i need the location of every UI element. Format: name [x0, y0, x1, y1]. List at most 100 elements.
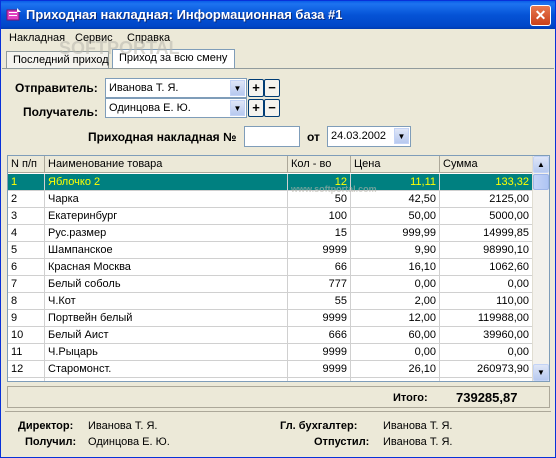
cell-n[interactable]: 8	[8, 293, 45, 310]
col-header-sum[interactable]: Сумма	[440, 156, 533, 173]
cell-sum[interactable]: 39960,00	[440, 327, 533, 344]
cell-qty[interactable]: 55	[288, 293, 351, 310]
table-row[interactable]: 8 Ч.Кот 55 2,00 110,00	[8, 293, 533, 310]
table-row[interactable]: 1 Яблочко 2 12 11,11 133,32	[8, 174, 533, 191]
cell-n[interactable]: 5	[8, 242, 45, 259]
cell-n[interactable]: 10	[8, 327, 45, 344]
cell-name[interactable]: Красная Москва	[45, 259, 288, 276]
table-row[interactable]: 7 Белый соболь 777 0,00 0,00	[8, 276, 533, 293]
cell-n[interactable]: 9	[8, 310, 45, 327]
cell-price[interactable]: 17,50	[351, 378, 440, 381]
cell-qty[interactable]: 666	[288, 327, 351, 344]
table-row[interactable]: 12 Старомонст. 9999 26,10 260973,90	[8, 361, 533, 378]
cell-qty[interactable]: 9999	[288, 361, 351, 378]
table-row[interactable]: 11 Ч.Рыцарь 9999 0,00 0,00	[8, 344, 533, 361]
cell-sum[interactable]: 98990,10	[440, 242, 533, 259]
recipient-select[interactable]: Одинцова Е. Ю. ▼	[105, 98, 247, 118]
cell-sum[interactable]: 5000,00	[440, 208, 533, 225]
remove-sender-button[interactable]: −	[264, 79, 280, 97]
cell-sum[interactable]: 402,50	[440, 378, 533, 381]
scroll-thumb[interactable]	[533, 174, 549, 190]
col-header-number[interactable]: N п/п	[8, 156, 45, 173]
chevron-down-icon[interactable]: ▼	[230, 80, 245, 96]
table-row[interactable]: 9 Портвейн белый 9999 12,00 119988,00	[8, 310, 533, 327]
title-bar[interactable]: Приходная накладная: Информационная база…	[1, 1, 555, 29]
sender-select[interactable]: Иванова Т. Я. ▼	[105, 78, 247, 98]
cell-name[interactable]: Белый соболь	[45, 276, 288, 293]
cell-n[interactable]: 11	[8, 344, 45, 361]
scroll-up-icon[interactable]: ▲	[533, 156, 549, 173]
cell-sum[interactable]: 110,00	[440, 293, 533, 310]
table-row[interactable]: 13Тамянка2317,50402,50	[8, 378, 533, 381]
cell-price[interactable]: 9,90	[351, 242, 440, 259]
cell-name[interactable]: Белый Аист	[45, 327, 288, 344]
cell-price[interactable]: 2,00	[351, 293, 440, 310]
cell-n[interactable]: 2	[8, 191, 45, 208]
add-recipient-button[interactable]: +	[248, 99, 264, 117]
cell-n[interactable]: 1	[8, 174, 45, 191]
cell-qty[interactable]: 9999	[288, 310, 351, 327]
chevron-down-icon[interactable]: ▼	[230, 100, 245, 116]
cell-qty[interactable]: 100	[288, 208, 351, 225]
table-row[interactable]: 5 Шампанское 9999 9,90 98990,10	[8, 242, 533, 259]
cell-n[interactable]: 7	[8, 276, 45, 293]
cell-sum[interactable]: 260973,90	[440, 361, 533, 378]
menu-invoice[interactable]: Накладная	[9, 32, 65, 44]
add-sender-button[interactable]: +	[248, 79, 264, 97]
cell-qty[interactable]: 9999	[288, 344, 351, 361]
cell-n[interactable]: 3	[8, 208, 45, 225]
cell-n[interactable]: 13	[8, 378, 45, 381]
cell-qty[interactable]: 9999	[288, 242, 351, 259]
col-header-price[interactable]: Цена	[351, 156, 440, 173]
cell-price[interactable]: 26,10	[351, 361, 440, 378]
cell-price[interactable]: 999,99	[351, 225, 440, 242]
remove-recipient-button[interactable]: −	[264, 99, 280, 117]
cell-price[interactable]: 16,10	[351, 259, 440, 276]
table-row[interactable]: 4 Рус.размер 15 999,99 14999,85	[8, 225, 533, 242]
cell-name[interactable]: Тамянка	[45, 378, 288, 381]
cell-sum[interactable]: 133,32	[440, 174, 533, 191]
cell-sum[interactable]: 1062,60	[440, 259, 533, 276]
cell-qty[interactable]: 66	[288, 259, 351, 276]
cell-name[interactable]: Екатеринбург	[45, 208, 288, 225]
cell-qty[interactable]: 15	[288, 225, 351, 242]
cell-n[interactable]: 4	[8, 225, 45, 242]
cell-name[interactable]: Старомонст.	[45, 361, 288, 378]
table-row[interactable]: 3 Екатеринбург 100 50,00 5000,00	[8, 208, 533, 225]
cell-name[interactable]: Ч.Кот	[45, 293, 288, 310]
cell-sum[interactable]: 119988,00	[440, 310, 533, 327]
cell-price[interactable]: 60,00	[351, 327, 440, 344]
cell-sum[interactable]: 0,00	[440, 344, 533, 361]
cell-n[interactable]: 12	[8, 361, 45, 378]
vertical-scrollbar[interactable]: ▲ ▼	[532, 156, 549, 381]
cell-price[interactable]: 12,00	[351, 310, 440, 327]
items-table[interactable]: N п/п Наименование товара Кол - во Цена …	[7, 155, 550, 382]
invoice-number-input[interactable]	[244, 126, 300, 147]
cell-name[interactable]: Ч.Рыцарь	[45, 344, 288, 361]
cell-sum[interactable]: 0,00	[440, 276, 533, 293]
scroll-down-icon[interactable]: ▼	[533, 364, 549, 381]
cell-price[interactable]: 0,00	[351, 344, 440, 361]
cell-name[interactable]: Рус.размер	[45, 225, 288, 242]
released-label: Отпустил:	[314, 436, 370, 448]
table-row[interactable]: 2 Чарка 50 42,50 2125,00	[8, 191, 533, 208]
date-picker[interactable]: 24.03.2002 ▼	[327, 126, 411, 147]
watermark-logo: SOFTPORTAL	[59, 38, 180, 58]
cell-sum[interactable]: 2125,00	[440, 191, 533, 208]
col-header-qty[interactable]: Кол - во	[288, 156, 351, 173]
col-header-name[interactable]: Наименование товара	[45, 156, 288, 173]
cell-name[interactable]: Яблочко 2	[45, 174, 288, 191]
chevron-down-icon[interactable]: ▼	[394, 128, 409, 144]
table-row[interactable]: 10 Белый Аист 666 60,00 39960,00	[8, 327, 533, 344]
cell-name[interactable]: Чарка	[45, 191, 288, 208]
cell-n[interactable]: 6	[8, 259, 45, 276]
close-button[interactable]: ✕	[530, 5, 551, 26]
table-row[interactable]: 6 Красная Москва 66 16,10 1062,60	[8, 259, 533, 276]
cell-sum[interactable]: 14999,85	[440, 225, 533, 242]
cell-price[interactable]: 0,00	[351, 276, 440, 293]
cell-qty[interactable]: 23	[288, 378, 351, 381]
cell-name[interactable]: Шампанское	[45, 242, 288, 259]
cell-name[interactable]: Портвейн белый	[45, 310, 288, 327]
cell-price[interactable]: 50,00	[351, 208, 440, 225]
cell-qty[interactable]: 777	[288, 276, 351, 293]
